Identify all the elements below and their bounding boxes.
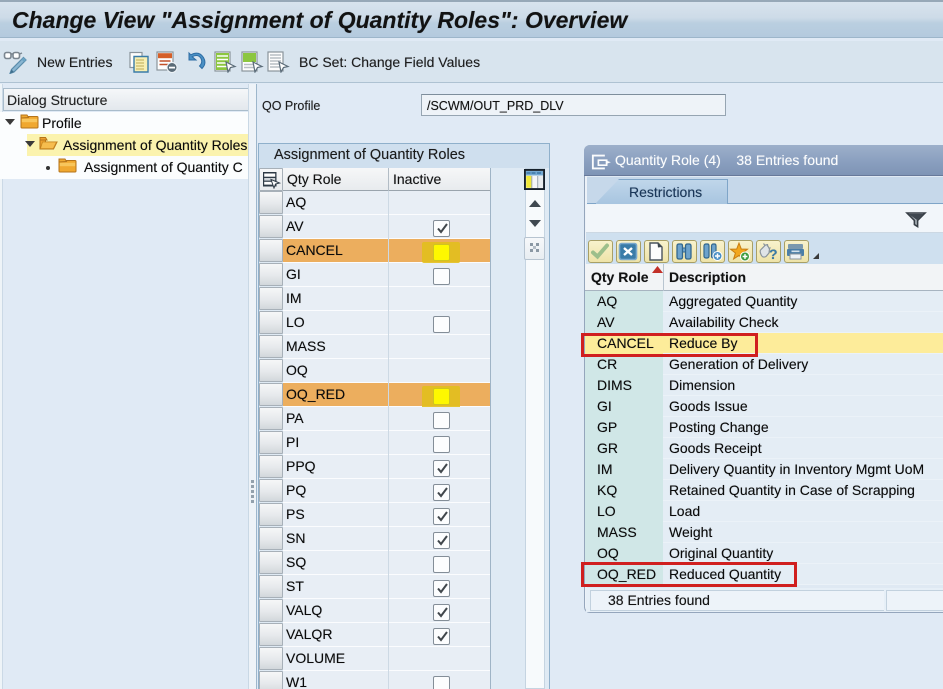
svg-text:?: ? (769, 246, 778, 262)
